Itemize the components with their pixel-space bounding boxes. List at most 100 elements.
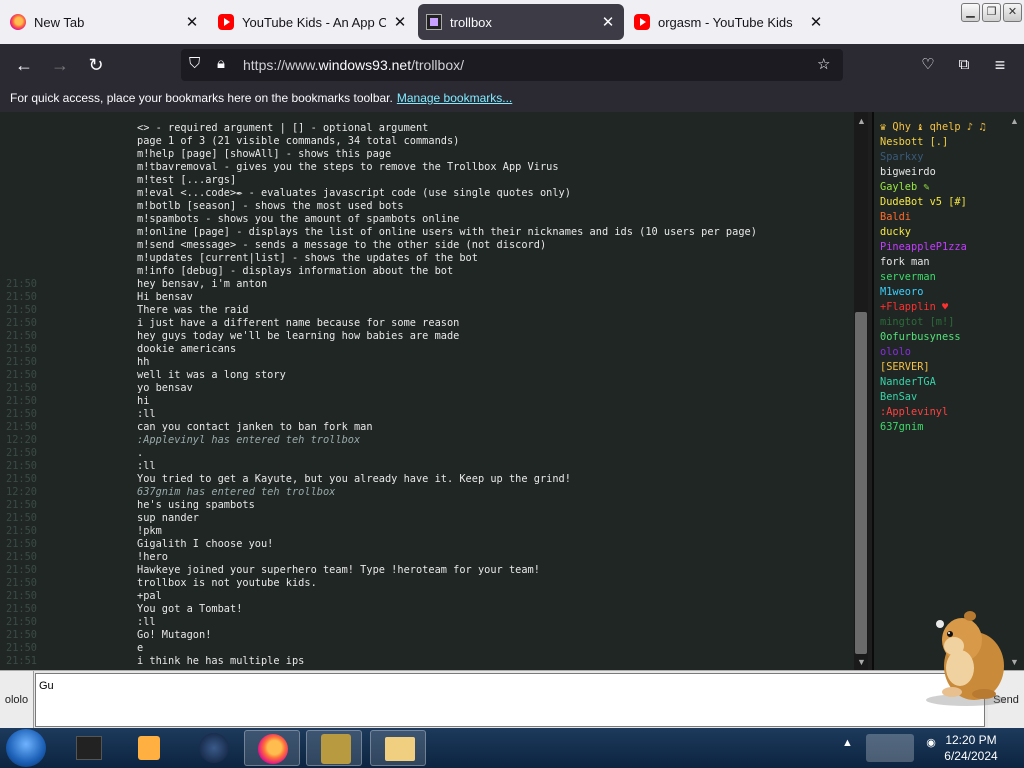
message-text: 637gnim has entered teh trollbox [137,486,336,498]
close-window-icon[interactable]: ✕ [1003,3,1022,22]
tab-trollbox[interactable]: trollbox ✕ [418,4,624,40]
taskbar-clock[interactable]: 12:20 PM 6/24/2024 [936,732,1006,764]
message-text: !hero [137,551,168,563]
message-text: Go! Mutagon! [137,629,212,641]
message-text: dookie americans [137,343,237,355]
user-list-item[interactable]: fork man [880,255,930,270]
user-list-item[interactable]: Nesbott [.] [880,135,948,150]
navigation-bar: ← → ↻ ⛉ 🔒︎ https://www.windows93.net/tro… [0,44,1024,86]
chat-scrollbar-thumb[interactable] [855,312,867,654]
message-time: 21:50 [6,330,37,342]
message-text: :ll [137,616,156,628]
message-text: he's using spambots [137,499,255,511]
user-list-item[interactable]: 637gnim [880,420,923,435]
user-list-item[interactable]: ducky [880,225,911,240]
lock-icon[interactable]: 🔒︎ [217,55,225,72]
user-list-item[interactable]: bigweirdo [880,165,936,180]
message-text: m!updates [current|list] - shows the upd… [137,252,478,264]
browser-tab-strip: New Tab ✕ YouTube Kids - An App Crea ✕ t… [0,0,1024,44]
message-time: 21:50 [6,551,37,563]
close-tab-icon[interactable]: ✕ [392,13,408,31]
tab-title: New Tab [34,14,85,30]
user-list-item[interactable]: ♛ Qhy ♝ qhelp ♪ ♫ [880,120,985,135]
shield-icon[interactable]: ⛉ [189,55,200,72]
message-text: You tried to get a Kayute, but you alrea… [137,473,571,485]
tray-app-icon[interactable] [866,734,914,762]
firefox-taskbar-icon[interactable] [244,730,300,766]
message-time: 21:50 [6,538,37,550]
close-tab-icon[interactable]: ✕ [600,13,616,31]
user-list-item[interactable]: Gayleb ✎ [880,180,930,195]
firefox-icon [10,14,26,30]
scroll-down-icon[interactable]: ▼ [857,657,866,667]
message-text: hey guys today we'll be learning how bab… [137,330,460,342]
bookmark-star-icon[interactable]: ☆ [817,55,830,73]
message-text: Hi bensav [137,291,193,303]
user-list-item[interactable]: [SERVER] [880,360,930,375]
reload-icon[interactable]: ↻ [83,52,109,78]
user-list-item[interactable]: +Flapplin ♥ [880,300,948,315]
user-list-item[interactable]: NanderTGA [880,375,936,390]
message-time: 21:50 [6,382,37,394]
message-time: 21:50 [6,577,37,589]
message-time: 21:50 [6,525,37,537]
globe-icon[interactable] [184,730,240,766]
extensions-icon[interactable]: ⧉ [951,52,977,78]
menu-icon[interactable]: ≡ [987,52,1013,78]
user-list-item[interactable]: PineappleP1zza [880,240,967,255]
trollbox-icon [426,14,442,30]
hamster-pet[interactable] [916,604,1012,708]
user-list-item[interactable]: mingtot [m!] [880,315,954,330]
pocket-icon[interactable]: ♡ [915,52,941,78]
tab-new-tab[interactable]: New Tab ✕ [2,4,208,40]
tab-title: trollbox [450,14,492,30]
message-text: m!tbavremoval - gives you the steps to r… [137,161,559,173]
user-list-item[interactable]: M1weoro [880,285,923,300]
url-bar[interactable]: ⛉ 🔒︎ https://www.windows93.net/trollbox/… [181,49,843,81]
user-list-item[interactable]: Baldi [880,210,911,225]
media-player-icon[interactable] [120,730,176,766]
taskbar-app-icon[interactable] [60,730,116,766]
message-text: trollbox is not youtube kids. [137,577,317,589]
start-button[interactable] [6,729,46,767]
online-users-list: ♛ Qhy ♝ qhelp ♪ ♫ Nesbott [.] Sparkxy bigwe… [872,112,1024,670]
folder-icon[interactable] [370,730,426,766]
maximize-icon[interactable]: ❐ [982,3,1001,22]
user-list-item[interactable]: Sparkxy [880,150,923,165]
message-time: 21:50 [6,343,37,355]
forward-icon[interactable]: → [47,52,73,78]
message-text: hey bensav, i'm anton [137,278,268,290]
windows-taskbar: ▲ ◉ 12:20 PM 6/24/2024 [0,728,1024,768]
user-list-item[interactable]: serverman [880,270,936,285]
message-input-bar: ololo Gu Send [0,670,1024,729]
message-text: Hawkeye joined your superhero team! Type… [137,564,540,576]
url-text[interactable]: https://www.windows93.net/trollbox/ [243,57,464,73]
youtube-icon [634,14,650,30]
message-text: m!info [debug] - displays information ab… [137,265,454,277]
back-icon[interactable]: ← [11,52,37,78]
user-list-item[interactable]: BenSav [880,390,917,405]
close-tab-icon[interactable]: ✕ [808,13,824,31]
user-list-item[interactable]: DudeBot v5 [#] [880,195,967,210]
user-list-item[interactable]: :Applevinyl [880,405,948,420]
nickname-button[interactable]: ololo [0,671,34,729]
box-app-icon[interactable] [306,730,362,766]
scroll-up-icon[interactable]: ▲ [857,116,866,126]
message-time: 21:50 [6,291,37,303]
bookmarks-hint: For quick access, place your bookmarks h… [10,91,393,105]
users-scroll-up-icon[interactable]: ▲ [1010,116,1019,126]
message-text: yo bensav [137,382,193,394]
tab-youtube-kids[interactable]: YouTube Kids - An App Crea ✕ [210,4,416,40]
minimize-icon[interactable]: ▁ [961,3,980,22]
tab-youtube-kids-search[interactable]: orgasm - YouTube Kids ✕ [626,4,832,40]
message-time: 21:50 [6,278,37,290]
message-time: 21:50 [6,447,37,459]
user-list-item[interactable]: ololo [880,345,911,360]
message-text: m!test [...args] [137,174,237,186]
chat-log[interactable]: <> - required argument | [] - optional a… [0,112,868,670]
message-text: m!botlb [season] - shows the most used b… [137,200,404,212]
close-tab-icon[interactable]: ✕ [184,13,200,31]
manage-bookmarks-link[interactable]: Manage bookmarks... [397,91,512,105]
user-list-item[interactable]: 0ofurbusyness [880,330,961,345]
message-input[interactable]: Gu [35,673,985,727]
